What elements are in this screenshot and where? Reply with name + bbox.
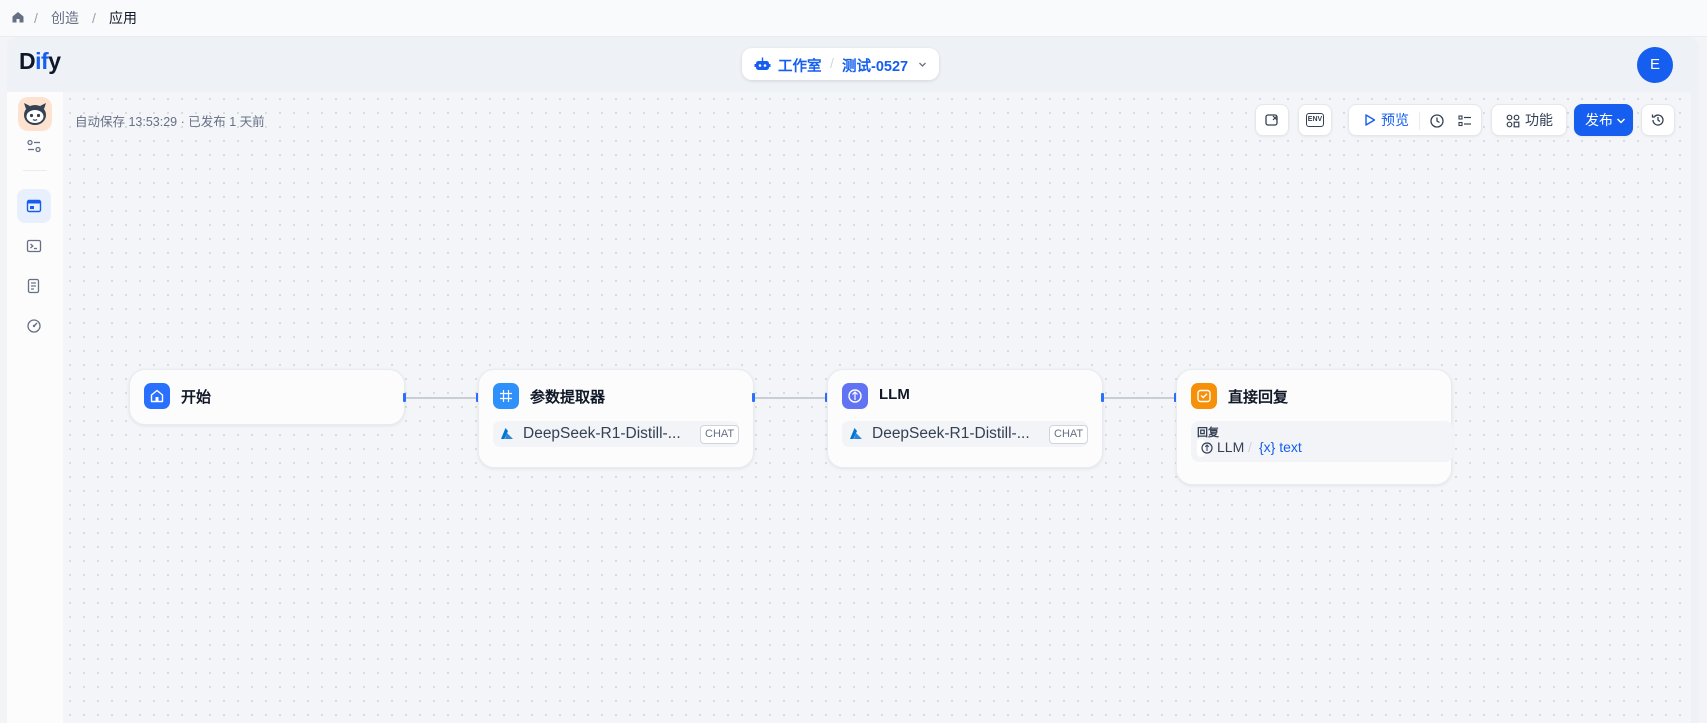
model-mode-badge: CHAT (1049, 425, 1089, 444)
preview-button[interactable]: 预览 (1381, 112, 1409, 128)
dify-logo[interactable]: Dify (19, 48, 61, 75)
node-parameter-extractor[interactable]: 参数提取器 DeepSeek-R1-Distill-... CHAT (478, 369, 754, 468)
sidebar-divider (23, 170, 47, 171)
toolbar-divider (1419, 112, 1420, 130)
reply-label: 回复 (1197, 427, 1219, 439)
model-name: DeepSeek-R1-Distill-... (872, 425, 1030, 442)
edge-llm-answer[interactable] (1104, 397, 1176, 399)
preview-group: 预览 (1348, 104, 1482, 136)
features-button[interactable]: 功能 (1491, 104, 1567, 136)
answer-icon (1191, 383, 1217, 409)
node-title: 开始 (181, 389, 212, 406)
extractor-icon (493, 383, 519, 409)
publish-button[interactable]: 发布 (1574, 104, 1633, 136)
publish-label: 发布 (1585, 112, 1613, 128)
studio-label[interactable]: 工作室 (778, 55, 822, 76)
node-title: LLM (879, 386, 910, 403)
node-handle-source[interactable] (403, 393, 406, 402)
breadcrumb-app[interactable]: 应用 (109, 9, 137, 27)
studio-switcher[interactable]: 工作室 / 测试-0527 (742, 48, 939, 80)
features-icon (1506, 114, 1520, 128)
sidebar-item-logs[interactable] (17, 269, 51, 303)
autosave-status: 自动保存 13:53:29 · 已发布 1 天前 (75, 115, 265, 129)
model-name: DeepSeek-R1-Distill-... (523, 425, 681, 442)
breadcrumb-create[interactable]: 创造 (51, 9, 79, 27)
edge-start-extractor[interactable] (406, 397, 478, 399)
reply-content[interactable]: 回复 LLM / {x} text (1191, 421, 1453, 462)
app-name[interactable]: 测试-0527 (842, 55, 908, 76)
robot-icon (754, 56, 771, 73)
sidebar-item-api[interactable] (17, 229, 51, 263)
chevron-down-icon (1616, 118, 1626, 124)
node-handle-source[interactable] (1101, 393, 1104, 402)
breadcrumb-separator: / (34, 10, 38, 26)
node-llm[interactable]: LLM DeepSeek-R1-Distill-... CHAT (827, 369, 1103, 468)
features-label: 功能 (1525, 112, 1553, 128)
model-selector[interactable]: DeepSeek-R1-Distill-... CHAT (493, 421, 740, 447)
variable-node-name: LLM (1217, 439, 1245, 455)
play-icon (1365, 114, 1376, 126)
azure-icon (501, 428, 513, 439)
node-start[interactable]: 开始 (129, 369, 405, 425)
variable-chip[interactable]: LLM / {x} text (1197, 439, 1302, 457)
checklist-icon (1265, 114, 1278, 126)
node-handle-source[interactable] (752, 393, 755, 402)
llm-icon (842, 383, 868, 409)
sidebar-item-monitor[interactable] (17, 309, 51, 343)
env-icon: ENV (1306, 113, 1324, 127)
home-icon[interactable] (11, 10, 27, 26)
checklist-list-icon (1458, 115, 1471, 127)
variable-name: {x} text (1259, 439, 1302, 455)
azure-icon (850, 428, 862, 439)
app-icon[interactable] (18, 97, 52, 131)
sidebar-item-orchestrate[interactable] (17, 189, 51, 223)
variable-separator: / (1248, 439, 1252, 455)
model-selector[interactable]: DeepSeek-R1-Distill-... CHAT (842, 421, 1089, 447)
env-button[interactable]: ENV (1298, 104, 1332, 136)
studio-separator: / (830, 55, 834, 71)
run-history-icon (1430, 114, 1444, 128)
checklist-button[interactable] (1255, 104, 1289, 136)
model-mode-badge: CHAT (700, 425, 740, 444)
breadcrumb: / 创造 / 应用 (0, 0, 1707, 37)
node-direct-answer[interactable]: 直接回复 回复 LLM / {x} text (1176, 369, 1453, 485)
history-icon (1651, 114, 1664, 126)
edge-extractor-llm[interactable] (755, 397, 827, 399)
node-title: 参数提取器 (530, 389, 606, 406)
node-title: 直接回复 (1228, 389, 1289, 406)
home-icon (144, 383, 170, 409)
llm-variable-icon (1201, 442, 1213, 454)
app-sidebar (7, 92, 64, 723)
version-history-button[interactable] (1641, 104, 1675, 136)
user-avatar[interactable]: E (1637, 47, 1673, 83)
breadcrumb-separator: / (92, 10, 96, 26)
chevron-down-icon[interactable] (918, 60, 927, 69)
settings-sliders-icon[interactable] (17, 129, 51, 163)
